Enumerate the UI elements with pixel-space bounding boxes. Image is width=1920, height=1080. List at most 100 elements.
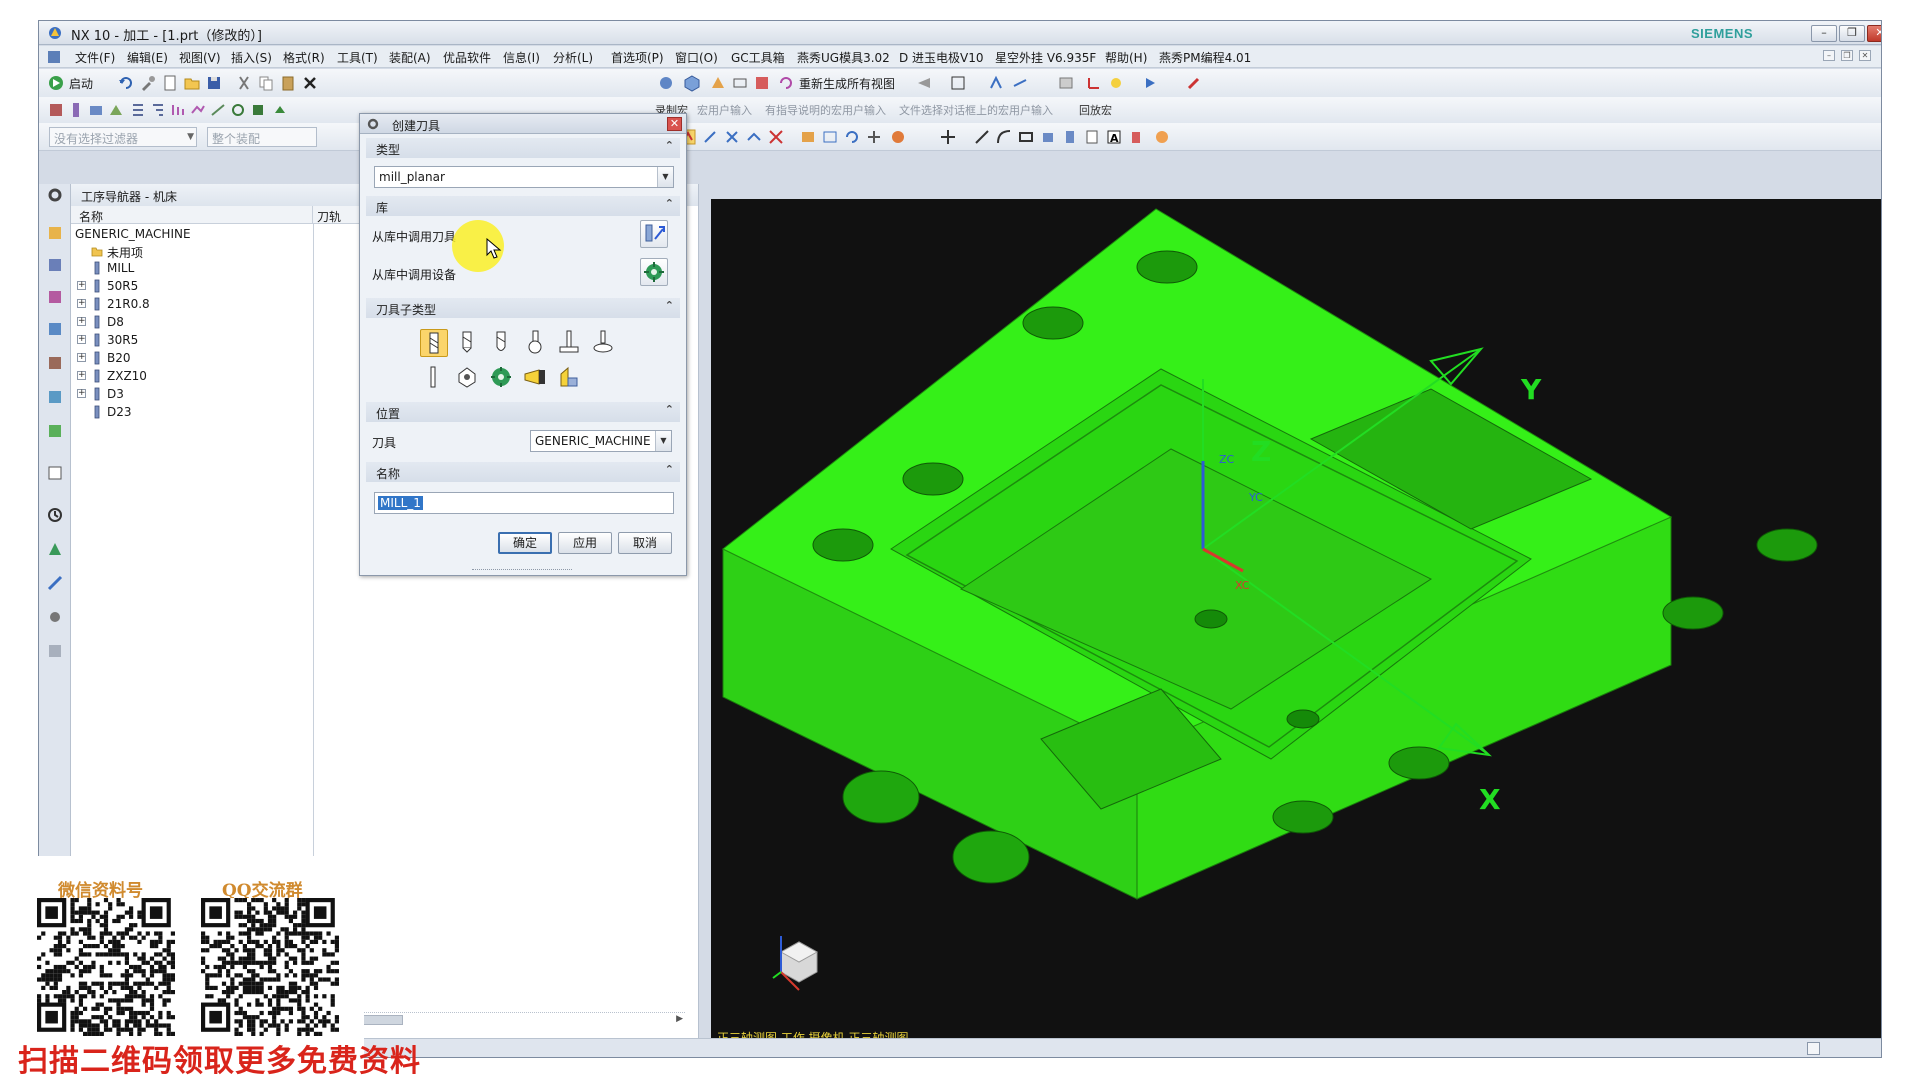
save-icon[interactable] xyxy=(205,74,223,92)
collapse-icon[interactable]: ⌃ xyxy=(665,139,674,152)
navigator-horizontal-scrollbar[interactable]: ▶ xyxy=(333,1012,685,1026)
collapse-icon[interactable]: ⌃ xyxy=(665,197,674,210)
paste-icon[interactable] xyxy=(279,74,297,92)
expand-toggle-icon[interactable]: + xyxy=(77,281,86,290)
snap-point-icon[interactable] xyxy=(701,128,719,146)
dialog-title-bar[interactable]: 创建刀具 ✕ xyxy=(360,114,686,134)
delete-icon[interactable] xyxy=(301,74,319,92)
subtype-barrel-button[interactable] xyxy=(590,329,618,357)
scroll-right-icon[interactable]: ▶ xyxy=(676,1014,683,1024)
graphics-viewport[interactable]: Z ZC XC YC Y X 正三轴测图 工作 摄像机 正三轴测图 xyxy=(711,199,1881,1049)
constraint-navigator-icon[interactable] xyxy=(46,256,64,274)
assembly-navigator-icon[interactable] xyxy=(46,224,64,242)
subtype-holder-button[interactable] xyxy=(556,364,584,392)
menu-help[interactable]: 帮助(H) xyxy=(1105,49,1147,66)
wcs-icon[interactable] xyxy=(1085,74,1103,92)
history-icon[interactable] xyxy=(46,506,64,524)
mdi-close-button[interactable]: ✕ xyxy=(1859,50,1871,61)
cylinder-icon[interactable] xyxy=(1061,128,1079,146)
method-view-icon[interactable] xyxy=(189,101,207,119)
part-navigator-icon[interactable] xyxy=(46,288,64,306)
mdi-minimize-button[interactable]: – xyxy=(1823,50,1835,61)
rectangle-icon[interactable] xyxy=(1017,128,1035,146)
fit-view-icon[interactable] xyxy=(731,74,749,92)
expand-toggle-icon[interactable]: + xyxy=(77,317,86,326)
expand-toggle-icon[interactable]: + xyxy=(77,389,86,398)
type-filter-combo[interactable]: 没有选择过滤器 ▼ xyxy=(49,127,197,147)
machine-tool-navigator-icon[interactable] xyxy=(46,354,64,372)
group-header-name[interactable]: 名称 ⌃ xyxy=(366,462,680,482)
verify-path-icon[interactable] xyxy=(229,101,247,119)
retrieve-device-button[interactable] xyxy=(640,258,668,286)
highlight-icon[interactable] xyxy=(1107,74,1125,92)
intersection-icon[interactable] xyxy=(767,128,785,146)
web-browser-icon[interactable] xyxy=(46,464,64,482)
cancel-button[interactable]: 取消 xyxy=(618,532,672,554)
menu-file[interactable]: 文件(F) xyxy=(75,49,115,66)
cut-icon[interactable] xyxy=(235,74,253,92)
line-icon[interactable] xyxy=(973,128,991,146)
settings-gear-icon[interactable] xyxy=(46,186,64,204)
machine-view-icon[interactable] xyxy=(149,101,167,119)
menu-xingkong[interactable]: 星空外挂 V6.935F xyxy=(995,49,1096,66)
reuse-library-icon[interactable] xyxy=(46,388,64,406)
group-header-library[interactable]: 库 ⌃ xyxy=(366,196,680,216)
menu-info[interactable]: 信息(I) xyxy=(503,49,540,66)
regenerate-views-icon[interactable] xyxy=(777,74,795,92)
subtype-ball-mill-button[interactable] xyxy=(488,329,516,357)
snap-icon[interactable] xyxy=(987,74,1005,92)
tool-icon[interactable] xyxy=(139,74,157,92)
palette-library-icon[interactable] xyxy=(46,642,64,660)
expand-toggle-icon[interactable]: + xyxy=(77,371,86,380)
wechat-qr-code[interactable] xyxy=(26,898,186,1036)
expand-toggle-icon[interactable]: + xyxy=(77,353,86,362)
menu-format[interactable]: 格式(R) xyxy=(283,49,325,66)
playback-macro-button[interactable]: 回放宏 xyxy=(1079,102,1112,118)
midpoint-icon[interactable] xyxy=(745,128,763,146)
subtype-chamfer-mill-button[interactable] xyxy=(454,329,482,357)
layout-icon[interactable] xyxy=(753,74,771,92)
collapse-icon[interactable]: ⌃ xyxy=(665,403,674,416)
tool-name-input[interactable]: MILL_1 xyxy=(374,492,674,514)
geometry-view-icon[interactable] xyxy=(169,101,187,119)
subtype-carrier-button[interactable] xyxy=(488,364,516,392)
measure-icon[interactable] xyxy=(1011,74,1029,92)
menu-insert[interactable]: 插入(S) xyxy=(231,49,272,66)
menu-youpin[interactable]: 优品软件 xyxy=(443,49,491,66)
nx-app-icon[interactable] xyxy=(47,25,63,41)
selection-scope-combo[interactable]: 整个装配 xyxy=(207,127,317,147)
subtype-t-cutter-button[interactable] xyxy=(556,329,584,357)
create-method-icon[interactable] xyxy=(107,101,125,119)
open-folder-icon[interactable] xyxy=(183,74,201,92)
process-studio-icon[interactable] xyxy=(46,540,64,558)
undo-icon[interactable] xyxy=(117,74,135,92)
endpoint-icon[interactable] xyxy=(723,128,741,146)
view-triad-cube-icon[interactable] xyxy=(763,934,819,1000)
apply-button[interactable]: 应用 xyxy=(558,532,612,554)
copy-icon[interactable] xyxy=(257,74,275,92)
dialog-close-button[interactable]: ✕ xyxy=(667,117,682,131)
status-window-icon[interactable] xyxy=(1807,1042,1820,1055)
block-icon[interactable] xyxy=(1039,128,1057,146)
menu-preferences[interactable]: 首选项(P) xyxy=(611,49,664,66)
menu-analysis[interactable]: 分析(L) xyxy=(553,49,593,66)
view-cube-icon[interactable] xyxy=(683,74,701,92)
group-header-location[interactable]: 位置 ⌃ xyxy=(366,402,680,422)
type-select[interactable]: mill_planar ▼ xyxy=(374,166,674,188)
menu-window[interactable]: 窗口(O) xyxy=(675,49,718,66)
postprocess-icon[interactable] xyxy=(249,101,267,119)
collapse-icon[interactable]: ⌃ xyxy=(665,463,674,476)
orient-view-icon[interactable] xyxy=(709,74,727,92)
menu-assembly[interactable]: 装配(A) xyxy=(389,49,431,66)
manufacturing-wizard-icon[interactable] xyxy=(46,574,64,592)
create-program-icon[interactable] xyxy=(47,101,65,119)
paint-icon[interactable] xyxy=(1185,74,1203,92)
menu-tools[interactable]: 工具(T) xyxy=(337,49,378,66)
subtype-mill-button[interactable] xyxy=(420,329,448,357)
render-style-icon[interactable] xyxy=(657,74,675,92)
point-constructor-icon[interactable] xyxy=(939,128,957,146)
ok-button[interactable]: 确定 xyxy=(498,532,552,554)
regenerate-all-views-button[interactable]: 重新生成所有视图 xyxy=(799,75,895,92)
hd3d-icon[interactable] xyxy=(46,608,64,626)
operation-navigator-icon[interactable] xyxy=(46,320,64,338)
